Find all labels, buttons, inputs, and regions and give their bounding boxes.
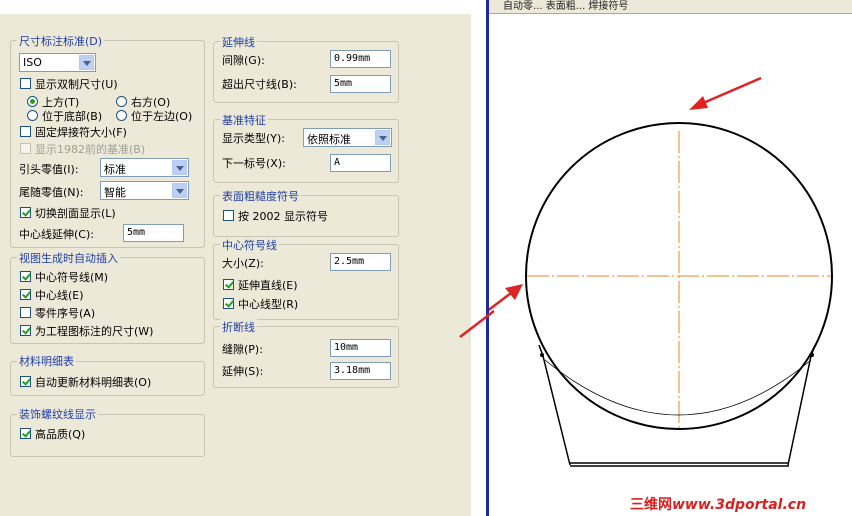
bottom-label: 位于底部(B) — [42, 110, 103, 123]
leading-zero-select[interactable]: 标准 — [100, 158, 189, 177]
high-quality-label: 高品质(Q) — [35, 428, 86, 441]
bom-title: 材料明细表 — [17, 353, 76, 369]
top-arrow-shaft — [700, 76, 762, 106]
top-tabs-text[interactable]: 自动零... 表面粗... 焊接符号 — [503, 0, 628, 12]
display-type-select[interactable]: 依照标准 — [303, 128, 392, 147]
standard-value: ISO — [23, 56, 42, 69]
centerline-font-checkbox[interactable] — [223, 298, 234, 309]
dimension-standard-title: 尺寸标注标准(D) — [17, 33, 105, 49]
next-label-input[interactable]: A — [330, 154, 391, 172]
high-quality-checkbox[interactable] — [20, 428, 31, 439]
surface-finish-title: 表面粗糙度符号 — [220, 188, 301, 204]
break-gap-input[interactable]: 10mm — [330, 339, 391, 357]
right-joint — [810, 353, 814, 357]
ext-gap-label: 间隙(G): — [222, 54, 265, 67]
drawing-area[interactable] — [489, 0, 852, 516]
center-mark-size-label: 大小(Z): — [222, 257, 264, 270]
dual-dimension-label: 显示双制尺寸(U) — [35, 78, 118, 91]
trailing-zero-label: 尾随零值(N): — [19, 186, 84, 199]
panel-gap — [471, 0, 486, 516]
trailing-zero-select[interactable]: 智能 — [100, 181, 189, 200]
right-radio[interactable] — [116, 96, 127, 107]
show-1982-checkbox[interactable] — [20, 143, 31, 154]
left-radio[interactable] — [116, 110, 127, 121]
center-mark-size-input[interactable]: 2.5mm — [330, 253, 391, 271]
show-1982-label: 显示1982前的基准(B) — [35, 143, 146, 156]
datum-feature-title: 基准特征 — [220, 112, 268, 128]
toggle-section-label: 切换剖面显示(L) — [35, 207, 116, 220]
center-marks-insert-label: 中心符号线(M) — [35, 271, 109, 284]
left-arrow-head — [505, 284, 523, 300]
extended-lines-label: 延伸直线(E) — [238, 279, 298, 292]
ext-beyond-input[interactable]: 5mm — [330, 75, 391, 93]
right-support — [787, 344, 816, 466]
inner-arc — [544, 359, 812, 416]
chevron-down-icon[interactable] — [79, 55, 94, 70]
watermark-domain: www.3dportal.cn — [672, 497, 807, 513]
balloons-insert-label: 零件序号(A) — [35, 307, 96, 320]
standard-select[interactable]: ISO — [19, 53, 96, 72]
ext-gap-input[interactable]: 0.99mm — [330, 50, 391, 68]
watermark-cn: 三维网 — [630, 497, 672, 513]
left-joint — [540, 353, 544, 357]
toggle-section-checkbox[interactable] — [20, 207, 31, 218]
chevron-down-icon[interactable] — [375, 130, 390, 145]
bom-auto-update-label: 自动更新材料明细表(O) — [35, 376, 152, 389]
marked-dims-insert-label: 为工程图标注的尺寸(W) — [35, 325, 154, 338]
display-type-value: 依照标准 — [307, 133, 351, 146]
balloons-insert-checkbox[interactable] — [20, 307, 31, 318]
extended-lines-checkbox[interactable] — [223, 279, 234, 290]
chevron-down-icon[interactable] — [172, 183, 187, 198]
centerlines-insert-checkbox[interactable] — [20, 289, 31, 300]
top-strip — [0, 0, 471, 14]
chevron-down-icon[interactable] — [172, 160, 187, 175]
break-line-title: 折断线 — [220, 319, 257, 335]
top-arrow-head — [689, 96, 708, 110]
bom-auto-update-checkbox[interactable] — [20, 376, 31, 387]
per-2002-checkbox[interactable] — [223, 210, 234, 221]
display-type-label: 显示类型(Y): — [222, 132, 286, 145]
fixed-weld-size-checkbox[interactable] — [20, 126, 31, 137]
centerline-ext-label: 中心线延伸(C): — [19, 228, 94, 241]
bottom-radio[interactable] — [27, 110, 38, 121]
centerline-ext-input[interactable]: 5mm — [123, 224, 184, 242]
ext-beyond-label: 超出尺寸线(B): — [222, 78, 297, 91]
options-panel: 尺寸标注标准(D) ISO 显示双制尺寸(U) 上方(T) 右方(O) 位于底部… — [0, 0, 471, 516]
centerlines-insert-label: 中心线(E) — [35, 289, 84, 302]
dual-dimension-checkbox[interactable] — [20, 78, 31, 89]
cosmetic-thread-title: 装饰螺纹线显示 — [17, 406, 98, 422]
top-radio[interactable] — [27, 96, 38, 107]
trailing-zero-value: 智能 — [104, 186, 126, 199]
next-label-label: 下一标号(X): — [222, 157, 286, 170]
drawing-canvas[interactable] — [489, 0, 852, 516]
center-marks-insert-checkbox[interactable] — [20, 271, 31, 282]
leading-zero-label: 引头零值(I): — [19, 163, 79, 176]
left-label: 位于左边(O) — [131, 110, 193, 123]
watermark: 三维网www.3dportal.cn — [630, 494, 806, 514]
fixed-weld-size-label: 固定焊接符大小(F) — [35, 126, 127, 139]
center-marks-title: 中心符号线 — [220, 237, 279, 253]
break-extension-label: 延伸(S): — [222, 365, 264, 378]
break-gap-label: 缝隙(P): — [222, 343, 263, 356]
per-2002-label: 按 2002 显示符号 — [238, 210, 328, 223]
extension-lines-title: 延伸线 — [220, 34, 257, 50]
centerline-font-label: 中心线型(R) — [238, 298, 299, 311]
break-extension-input[interactable]: 3.18mm — [330, 362, 391, 380]
auto-insert-title: 视图生成时自动插入 — [17, 250, 120, 266]
left-arrow-tail — [459, 310, 495, 338]
marked-dims-insert-checkbox[interactable] — [20, 325, 31, 336]
left-support — [538, 344, 571, 466]
leading-zero-value: 标准 — [104, 163, 126, 176]
